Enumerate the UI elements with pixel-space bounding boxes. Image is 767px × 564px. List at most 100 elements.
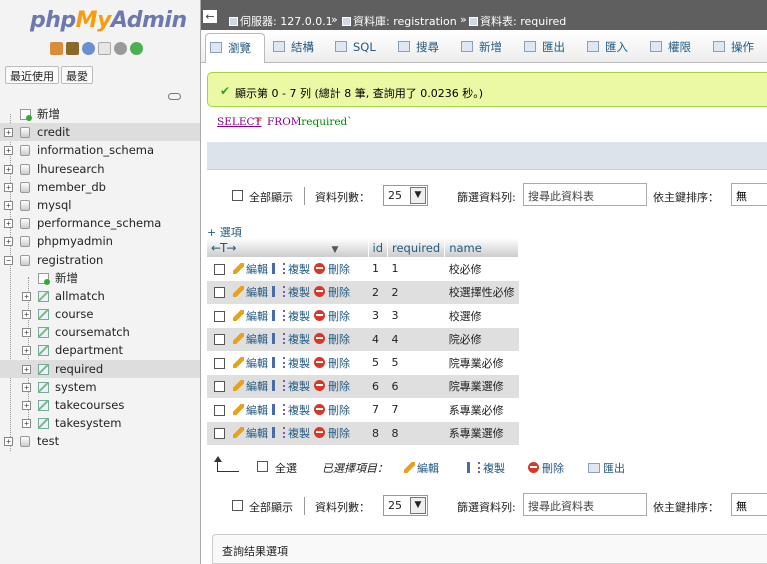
row-copy-link[interactable]: 複製 bbox=[272, 378, 310, 394]
breadcrumb-server[interactable]: 伺服器: 127.0.0.1 bbox=[229, 13, 333, 29]
cell-id[interactable]: 1 bbox=[368, 257, 388, 281]
select-all-label[interactable]: 全選 bbox=[275, 460, 297, 476]
column-header-name[interactable]: name bbox=[444, 238, 520, 257]
row-delete-link[interactable]: 刪除 bbox=[314, 402, 350, 418]
tree-item-takesystem[interactable]: + takesystem bbox=[0, 414, 200, 432]
sql-select-keyword[interactable]: SELECT bbox=[217, 116, 262, 128]
row-copy-link[interactable]: 複製 bbox=[272, 284, 310, 300]
tree-item-registration-new[interactable]: 新增 bbox=[0, 269, 200, 287]
filter-rows-input[interactable]: 搜尋此資料表 bbox=[523, 493, 647, 516]
tab-operations[interactable]: 操作 bbox=[709, 33, 765, 63]
row-checkbox[interactable] bbox=[214, 287, 225, 299]
cell-required[interactable]: 7 bbox=[387, 398, 445, 422]
tree-item-required[interactable]: + required bbox=[0, 359, 200, 378]
tab-privileges[interactable]: 權限 bbox=[646, 33, 702, 63]
tab-browse[interactable]: 瀏覽 bbox=[205, 33, 265, 63]
tree-item-registration[interactable]: − registration bbox=[0, 251, 200, 269]
row-checkbox[interactable] bbox=[214, 334, 225, 346]
row-checkbox[interactable] bbox=[214, 381, 225, 393]
phpmyadmin-logo[interactable]: phpMyAdmin bbox=[30, 8, 187, 33]
cell-id[interactable]: 4 bbox=[368, 327, 388, 351]
tab-sql[interactable]: SQL bbox=[331, 33, 387, 63]
filter-rows-input[interactable]: 搜尋此資料表 bbox=[523, 183, 647, 206]
cell-id[interactable]: 8 bbox=[368, 421, 388, 445]
cell-id[interactable]: 7 bbox=[368, 398, 388, 422]
tree-item-performance-schema[interactable]: + performance_schema bbox=[0, 214, 200, 232]
row-delete-link[interactable]: 刪除 bbox=[314, 331, 350, 347]
cell-id[interactable]: 5 bbox=[368, 351, 388, 375]
row-delete-link[interactable]: 刪除 bbox=[314, 378, 350, 394]
bulk-export-button[interactable]: 匯出 bbox=[588, 460, 625, 476]
collapse-nav-icon[interactable]: ← bbox=[203, 10, 217, 23]
row-checkbox[interactable] bbox=[214, 310, 225, 322]
cell-required[interactable]: 1 bbox=[387, 257, 445, 281]
exit-icon[interactable] bbox=[66, 42, 79, 55]
row-delete-link[interactable]: 刪除 bbox=[314, 261, 350, 277]
column-header-required[interactable]: required bbox=[387, 238, 446, 257]
row-edit-link[interactable]: 編輯 bbox=[233, 425, 268, 441]
bulk-edit-button[interactable]: 編輯 bbox=[404, 460, 439, 476]
cell-required[interactable]: 2 bbox=[387, 280, 445, 304]
docs-icon[interactable] bbox=[98, 42, 111, 55]
cell-name[interactable]: 院專業選修 bbox=[444, 374, 519, 398]
row-checkbox[interactable] bbox=[214, 263, 225, 275]
row-edit-link[interactable]: 編輯 bbox=[233, 284, 268, 300]
show-all-checkbox[interactable] bbox=[232, 500, 243, 511]
row-edit-link[interactable]: 編輯 bbox=[233, 355, 268, 371]
row-checkbox[interactable] bbox=[214, 428, 225, 440]
row-delete-link[interactable]: 刪除 bbox=[314, 355, 350, 371]
settings-icon[interactable] bbox=[114, 42, 127, 55]
tree-item-member-db[interactable]: + member_db bbox=[0, 178, 200, 196]
cell-name[interactable]: 系專業選修 bbox=[444, 421, 519, 445]
row-checkbox[interactable] bbox=[214, 357, 225, 369]
row-edit-link[interactable]: 編輯 bbox=[233, 378, 268, 394]
row-delete-link[interactable]: 刪除 bbox=[314, 425, 350, 441]
link-collapse-icon[interactable] bbox=[168, 93, 181, 100]
row-copy-link[interactable]: 複製 bbox=[272, 355, 310, 371]
cell-id[interactable]: 3 bbox=[368, 304, 388, 328]
sort-by-key-select[interactable]: 無 bbox=[731, 493, 767, 516]
tree-item-course[interactable]: + course bbox=[0, 305, 200, 323]
tree-item-coursematch[interactable]: + coursematch bbox=[0, 323, 200, 341]
tree-item-department[interactable]: + department bbox=[0, 341, 200, 359]
row-copy-link[interactable]: 複製 bbox=[272, 261, 310, 277]
show-all-checkbox[interactable] bbox=[232, 190, 243, 201]
cell-id[interactable]: 6 bbox=[368, 374, 388, 398]
rows-select[interactable]: 25 ▼ bbox=[383, 495, 428, 516]
query-results-options[interactable]: 查詢结果選項 bbox=[212, 534, 767, 564]
row-edit-link[interactable]: 編輯 bbox=[233, 331, 268, 347]
cell-name[interactable]: 院專業必修 bbox=[444, 351, 519, 375]
bulk-copy-button[interactable]: 複製 bbox=[467, 460, 505, 476]
tab-search[interactable]: 搜尋 bbox=[394, 33, 450, 63]
breadcrumb-db[interactable]: 資料庫: registration bbox=[342, 13, 457, 29]
cell-name[interactable]: 校選修 bbox=[444, 304, 519, 328]
cell-required[interactable]: 5 bbox=[387, 351, 445, 375]
tab-import[interactable]: 匯入 bbox=[583, 33, 639, 63]
sort-by-key-select[interactable]: 無 bbox=[731, 183, 767, 206]
tree-item-phpmyadmin[interactable]: + phpmyadmin bbox=[0, 232, 200, 250]
tree-item-test[interactable]: + test bbox=[0, 432, 200, 450]
column-header-id[interactable]: id bbox=[368, 238, 388, 257]
cell-required[interactable]: 6 bbox=[387, 374, 445, 398]
row-copy-link[interactable]: 複製 bbox=[272, 425, 310, 441]
favorites-button[interactable]: 最愛 bbox=[61, 66, 93, 84]
rows-select[interactable]: 25 ▼ bbox=[383, 185, 428, 206]
tree-item-mysql[interactable]: + mysql bbox=[0, 196, 200, 214]
tab-export[interactable]: 匯出 bbox=[520, 33, 576, 63]
row-edit-link[interactable]: 編輯 bbox=[233, 261, 268, 277]
row-copy-link[interactable]: 複製 bbox=[272, 402, 310, 418]
row-delete-link[interactable]: 刪除 bbox=[314, 284, 350, 300]
tree-item-information-schema[interactable]: + information_schema bbox=[0, 141, 200, 159]
row-copy-link[interactable]: 複製 bbox=[272, 331, 310, 347]
cell-name[interactable]: 校選擇性必修 bbox=[444, 280, 519, 304]
cell-required[interactable]: 4 bbox=[387, 327, 445, 351]
breadcrumb-table[interactable]: 資料表: required bbox=[469, 13, 566, 29]
bulk-delete-button[interactable]: 刪除 bbox=[528, 460, 564, 476]
cell-id[interactable]: 2 bbox=[368, 280, 388, 304]
tree-item-new[interactable]: 新增 bbox=[0, 105, 200, 123]
reload-icon[interactable] bbox=[130, 42, 143, 55]
row-checkbox[interactable] bbox=[214, 404, 225, 416]
help-icon[interactable] bbox=[82, 42, 95, 55]
cell-name[interactable]: 校必修 bbox=[444, 257, 519, 281]
row-edit-link[interactable]: 編輯 bbox=[233, 402, 268, 418]
